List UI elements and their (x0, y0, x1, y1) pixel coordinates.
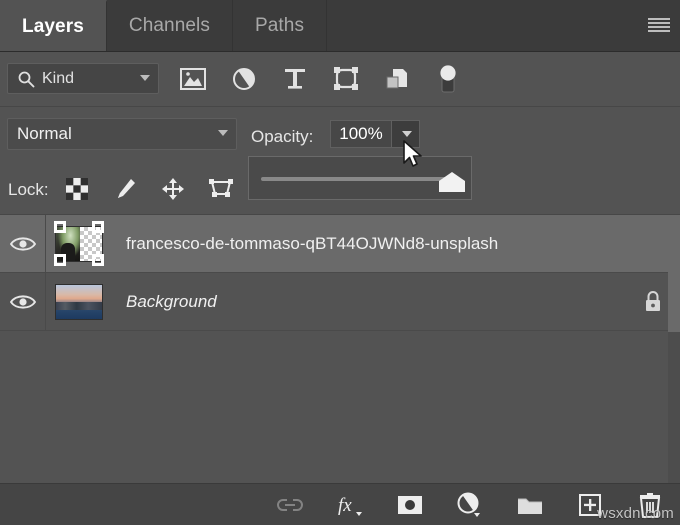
new-adjustment-layer-icon[interactable] (456, 491, 484, 519)
table-row[interactable]: Background (0, 273, 680, 331)
opacity-label: Opacity: (251, 127, 313, 147)
cutout-subject (56, 227, 80, 261)
search-icon (17, 70, 35, 88)
svg-text:fx: fx (338, 495, 352, 516)
filter-kind-label: Kind (42, 70, 74, 88)
adjustment-layer-filter-icon[interactable] (229, 64, 259, 94)
tab-channels[interactable]: Channels (107, 0, 233, 51)
tab-channels-label: Channels (129, 15, 210, 37)
delete-layer-icon[interactable] (636, 491, 664, 519)
hamburger-menu-icon[interactable] (648, 15, 670, 35)
sunset-photo-thumbnail (55, 284, 103, 320)
opacity-dropdown-arrow-button[interactable] (392, 120, 420, 148)
tab-paths[interactable]: Paths (233, 0, 327, 51)
tab-layers[interactable]: Layers (0, 0, 107, 51)
filter-type-icons (178, 62, 463, 96)
new-group-icon[interactable] (516, 491, 544, 519)
chevron-down-icon (218, 130, 228, 136)
tab-paths-label: Paths (255, 15, 304, 37)
layer-filter-row: Kind (0, 52, 680, 107)
lock-label: Lock: (8, 180, 49, 200)
lock-transparent-pixels-icon[interactable] (62, 174, 92, 204)
opacity-input[interactable]: 100% (330, 120, 392, 148)
blend-mode-value: Normal (17, 124, 72, 144)
smart-object-filter-icon[interactable] (382, 64, 412, 94)
type-layer-filter-icon[interactable] (280, 64, 310, 94)
layer-visibility-toggle[interactable] (0, 215, 46, 272)
layers-panel: Layers Channels Paths Kind (0, 0, 680, 525)
lock-icon (643, 290, 663, 314)
pixel-layer-filter-icon[interactable] (178, 64, 208, 94)
layer-style-fx-icon[interactable]: fx (336, 491, 364, 519)
panel-tab-bar: Layers Channels Paths (0, 0, 680, 52)
eye-icon (10, 293, 36, 311)
opacity-slider-popup[interactable] (248, 156, 472, 200)
shape-layer-filter-icon[interactable] (331, 64, 361, 94)
opacity-value: 100% (339, 124, 382, 144)
opacity-slider-track[interactable] (261, 177, 457, 181)
table-row[interactable]: francesco-de-tommaso-qBT44OJWNd8-unsplas… (0, 215, 680, 273)
layer-name[interactable]: Background (112, 292, 626, 312)
opacity-slider-handle[interactable] (439, 172, 465, 192)
eye-icon (10, 235, 36, 253)
tab-bar-spacer (327, 0, 680, 51)
photo-preview (56, 285, 102, 319)
layer-thumbnail[interactable] (46, 215, 112, 272)
lock-position-icon[interactable] (158, 174, 188, 204)
layer-name[interactable]: francesco-de-tommaso-qBT44OJWNd8-unsplas… (112, 234, 626, 254)
layer-list: francesco-de-tommaso-qBT44OJWNd8-unsplas… (0, 215, 680, 483)
chevron-down-icon (402, 131, 412, 137)
scrollbar-thumb[interactable] (668, 215, 680, 332)
layer-thumbnail[interactable] (46, 273, 112, 330)
layer-list-scrollbar[interactable] (668, 215, 680, 483)
tab-layers-label: Layers (22, 16, 84, 38)
transparent-cutout-thumbnail (55, 226, 103, 262)
new-layer-icon[interactable] (576, 491, 604, 519)
layer-visibility-toggle[interactable] (0, 273, 46, 330)
filter-kind-dropdown[interactable]: Kind (7, 63, 159, 94)
filter-toggle-switch[interactable] (433, 64, 463, 94)
add-layer-mask-icon[interactable] (396, 491, 424, 519)
chevron-down-icon (140, 75, 150, 81)
layers-bottom-toolbar: fx (0, 483, 680, 525)
link-layers-icon[interactable] (276, 491, 304, 519)
blend-mode-dropdown[interactable]: Normal (7, 118, 237, 150)
blend-opacity-row: Normal Opacity: 100% (0, 107, 680, 163)
lock-image-pixels-icon[interactable] (110, 174, 140, 204)
lock-artboard-nesting-icon[interactable] (206, 174, 236, 204)
